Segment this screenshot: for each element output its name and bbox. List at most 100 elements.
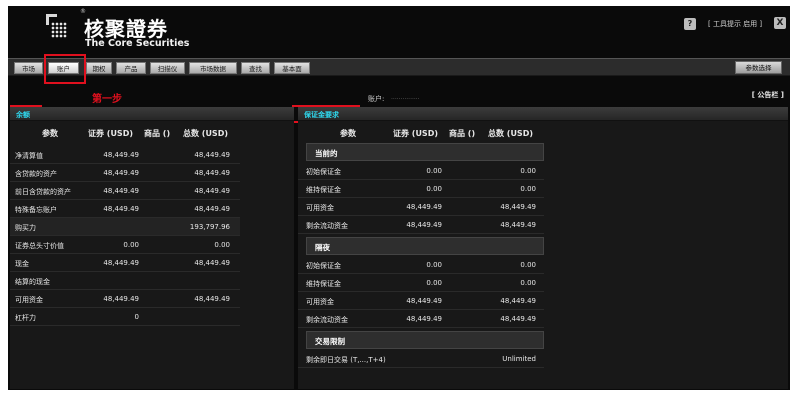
- column-commodities: 商品 (): [449, 129, 476, 138]
- total-value: 0.00: [520, 185, 536, 193]
- total-value: 0.00: [520, 261, 536, 269]
- margin-title: 保证金要求: [304, 111, 339, 119]
- table-row: 初始保证金 0.00 0.00: [298, 162, 544, 180]
- securities-value: 48,449.49: [406, 203, 442, 211]
- row-label: 剩余流动资金: [306, 222, 348, 230]
- brand-name-en: The Core Securities: [85, 38, 190, 49]
- preferences-button[interactable]: 参数选择: [735, 61, 782, 74]
- total-value: 0.00: [520, 167, 536, 175]
- table-row: 净清算值 48,449.49 48,449.49: [10, 146, 240, 164]
- table-row: 可用资金 48,449.49 48,449.49: [298, 292, 544, 310]
- column-total: 总数 (USD): [488, 129, 533, 138]
- total-value: 0.00: [520, 279, 536, 287]
- section-title: 交易限制: [315, 337, 345, 346]
- column-commodities: 商品 (): [144, 129, 171, 138]
- balances-header: 余额: [10, 107, 294, 121]
- column-total: 总数 (USD): [183, 129, 228, 138]
- securities-value: 48,449.49: [103, 259, 139, 267]
- row-label: 特殊备忘账户: [15, 206, 57, 214]
- securities-value: 0: [134, 313, 139, 321]
- step-annotation: 第一步: [92, 94, 122, 105]
- table-row: 购买力 193,797.96: [10, 218, 240, 236]
- securities-value: 48,449.49: [103, 187, 139, 195]
- tab-fundamentals[interactable]: 基本面: [274, 62, 310, 74]
- row-label: 结算的现金: [15, 278, 50, 286]
- total-value: 48,449.49: [194, 259, 230, 267]
- column-param: 参数: [340, 129, 356, 138]
- row-label: 初始保证金: [306, 168, 341, 176]
- table-row: 可用资金 48,449.49 48,449.49: [298, 198, 544, 216]
- securities-value: 48,449.49: [406, 221, 442, 229]
- tab-bar: 市场 账户 期权 产品 扫描仪 市场数据 查找 基本面 参数选择: [8, 58, 790, 76]
- table-row: 证券总头寸价值 0.00 0.00: [10, 236, 240, 254]
- margin-header: 保证金要求: [298, 107, 788, 121]
- tooltip-toggle[interactable]: [ 工具提示 启用 ]: [708, 19, 762, 29]
- table-row: 前日含贷款的资产 48,449.49 48,449.49: [10, 182, 240, 200]
- column-securities: 证券 (USD): [88, 129, 133, 138]
- bulletin-link[interactable]: [ 公告栏 ]: [752, 90, 784, 100]
- account-number: ...............: [391, 94, 420, 101]
- row-label: 证券总头寸价值: [15, 242, 64, 250]
- tab-products[interactable]: 产品: [116, 62, 146, 74]
- column-securities: 证券 (USD): [393, 129, 438, 138]
- total-value: 48,449.49: [500, 297, 536, 305]
- securities-value: 48,449.49: [103, 295, 139, 303]
- total-value: 48,449.49: [500, 203, 536, 211]
- row-label: 剩余即日交易 (T,...,T+4): [306, 356, 386, 364]
- close-icon[interactable]: X: [774, 17, 786, 29]
- table-row: 现金 48,449.49 48,449.49: [10, 254, 240, 272]
- table-row: 剩余即日交易 (T,...,T+4) Unlimited: [298, 350, 544, 368]
- table-row: 结算的现金: [10, 272, 240, 290]
- section-title: 当前的: [315, 149, 338, 158]
- total-value: 48,449.49: [194, 295, 230, 303]
- tab-search[interactable]: 查找: [241, 62, 270, 74]
- table-row: 剩余流动资金 48,449.49 48,449.49: [298, 310, 544, 328]
- section-current: 当前的: [306, 143, 544, 161]
- balances-panel: 余额 参数 证券 (USD) 商品 () 总数 (USD) 净清算值 48,44…: [10, 107, 294, 389]
- column-param: 参数: [42, 129, 58, 138]
- total-value: 48,449.49: [500, 315, 536, 323]
- securities-value: 48,449.49: [406, 297, 442, 305]
- securities-value: 48,449.49: [103, 151, 139, 159]
- table-row: 杠杆力 0: [10, 308, 240, 326]
- row-label: 维持保证金: [306, 186, 341, 194]
- row-label: 初始保证金: [306, 262, 341, 270]
- row-label: 含贷款的资产: [15, 170, 57, 178]
- tab-market-data[interactable]: 市场数据: [189, 62, 237, 74]
- row-label: 剩余流动资金: [306, 316, 348, 324]
- row-label: 前日含贷款的资产: [15, 188, 71, 196]
- account-tab-highlight: [44, 54, 86, 84]
- securities-value: 0.00: [123, 241, 139, 249]
- securities-value: 0.00: [426, 185, 442, 193]
- section-title: 隔夜: [315, 243, 330, 252]
- total-value: 0.00: [214, 241, 230, 249]
- tab-scanner[interactable]: 扫描仪: [150, 62, 185, 74]
- table-row: 剩余流动资金 48,449.49 48,449.49: [298, 216, 544, 234]
- tab-options[interactable]: 期权: [86, 62, 112, 74]
- logo-icon: ®: [46, 8, 86, 44]
- securities-value: 0.00: [426, 167, 442, 175]
- margin-panel: 保证金要求 参数 证券 (USD) 商品 () 总数 (USD) 当前的 初始保…: [298, 107, 788, 389]
- table-row: 维持保证金 0.00 0.00: [298, 274, 544, 292]
- securities-value: 48,449.49: [406, 315, 442, 323]
- tab-market[interactable]: 市场: [14, 62, 43, 74]
- row-label: 可用资金: [306, 298, 334, 306]
- table-row: 特殊备忘账户 48,449.49 48,449.49: [10, 200, 240, 218]
- total-value: 193,797.96: [189, 223, 230, 231]
- account-label: 账户:: [368, 95, 385, 103]
- row-label: 维持保证金: [306, 280, 341, 288]
- row-label: 杠杆力: [15, 314, 36, 322]
- help-icon[interactable]: ?: [684, 18, 696, 30]
- total-value: 48,449.49: [500, 221, 536, 229]
- logo-dots: [51, 22, 67, 38]
- total-value: 48,449.49: [194, 169, 230, 177]
- total-value: 48,449.49: [194, 151, 230, 159]
- table-row: 可用资金 48,449.49 48,449.49: [10, 290, 240, 308]
- table-row: 维持保证金 0.00 0.00: [298, 180, 544, 198]
- row-label: 现金: [15, 260, 29, 268]
- row-label: 净清算值: [15, 152, 43, 160]
- row-label: 可用资金: [306, 204, 334, 212]
- section-trade-limits: 交易限制: [306, 331, 544, 349]
- securities-value: 48,449.49: [103, 205, 139, 213]
- balances-title: 余额: [16, 111, 30, 119]
